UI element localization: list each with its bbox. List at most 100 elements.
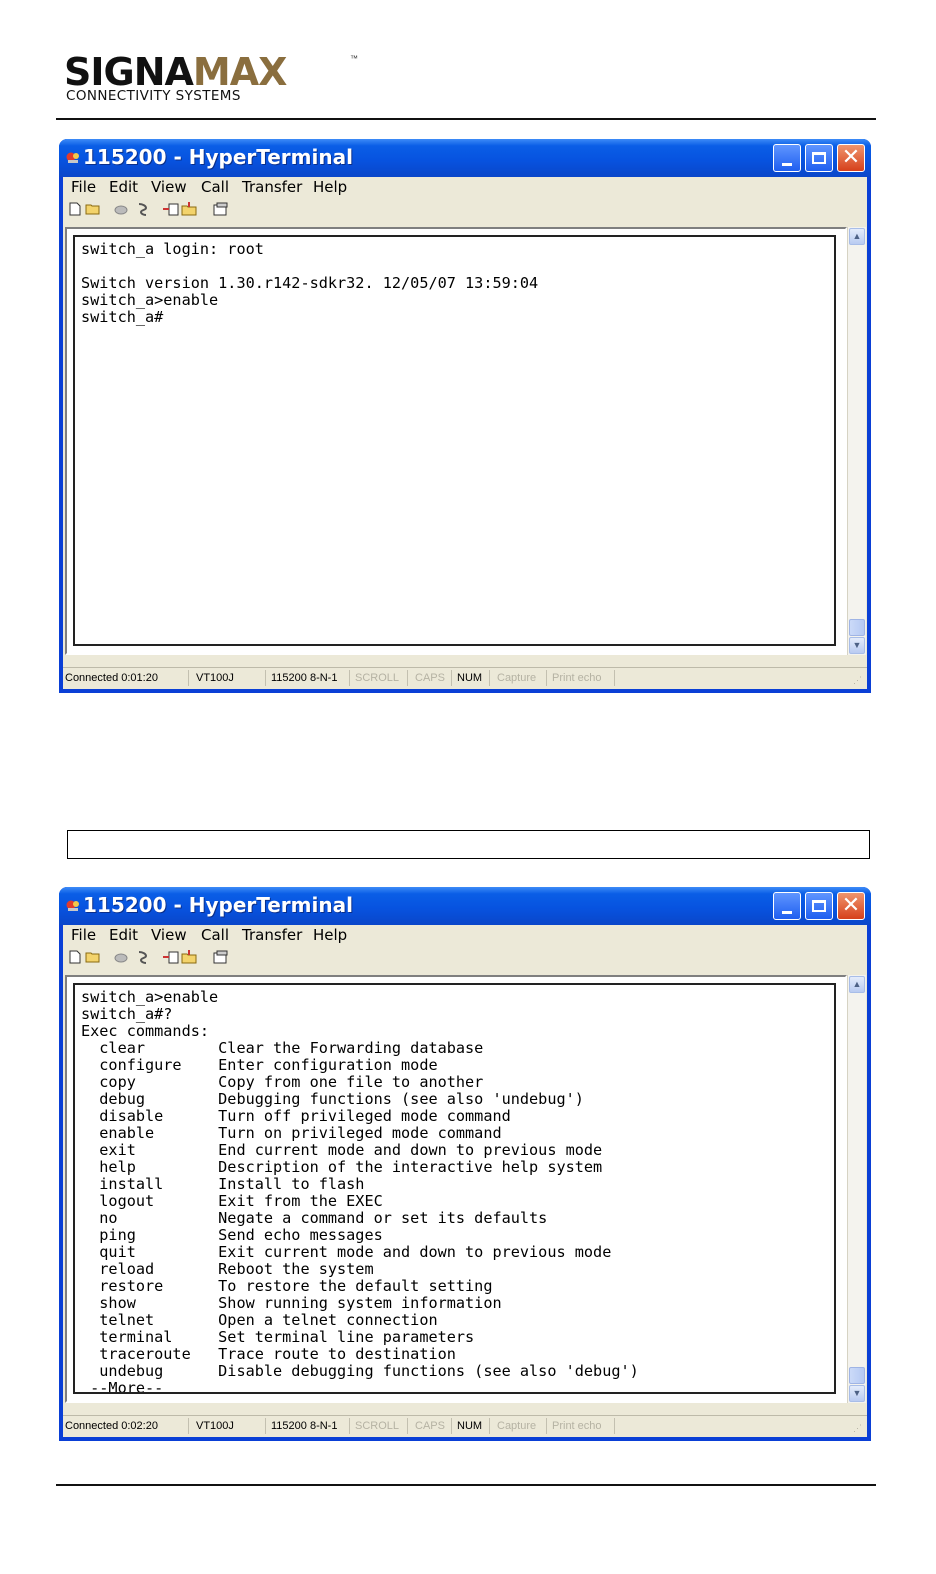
header-rule: [56, 118, 876, 120]
title-bar[interactable]: 115200 - HyperTerminal ✕: [59, 887, 871, 925]
status-divider: [407, 670, 408, 686]
close-button[interactable]: ✕: [837, 892, 865, 920]
scroll-down-arrow-icon[interactable]: ▼: [849, 1385, 865, 1402]
status-divider: [614, 670, 615, 686]
maximize-button[interactable]: [805, 144, 833, 172]
window-client: File Edit View Call Transfer Help switch…: [63, 177, 867, 689]
menu-transfer[interactable]: Transfer: [242, 178, 302, 196]
menu-edit[interactable]: Edit: [109, 178, 138, 196]
menu-file[interactable]: File: [71, 926, 96, 944]
status-divider: [489, 1418, 490, 1434]
disconnect-icon[interactable]: [113, 202, 129, 217]
vertical-scrollbar[interactable]: ▲ ▼: [847, 227, 866, 655]
status-divider: [546, 1418, 547, 1434]
dial-icon[interactable]: [135, 202, 151, 217]
status-print-echo: Print echo: [552, 672, 602, 684]
menu-view[interactable]: View: [151, 926, 187, 944]
window-title: 115200 - HyperTerminal: [83, 145, 353, 169]
send-icon[interactable]: [163, 950, 179, 965]
status-divider: [265, 670, 266, 686]
window-client: File Edit View Call Transfer Help switch…: [63, 925, 867, 1437]
new-connection-icon[interactable]: [67, 202, 83, 217]
status-divider: [546, 670, 547, 686]
menu-call[interactable]: Call: [201, 178, 229, 196]
close-button[interactable]: ✕: [837, 144, 865, 172]
minimize-button[interactable]: [773, 892, 801, 920]
status-divider: [451, 670, 452, 686]
status-divider: [188, 1418, 189, 1434]
terminal-output: switch_a>enable switch_a#? Exec commands…: [81, 988, 639, 1394]
toolbar: [63, 199, 867, 221]
close-icon: ✕: [841, 145, 861, 170]
status-bar: Connected 0:02:20 VT100J 115200 8-N-1 SC…: [63, 1415, 867, 1436]
dial-icon[interactable]: [135, 950, 151, 965]
status-caps: CAPS: [415, 1420, 445, 1432]
scroll-up-arrow-icon[interactable]: ▲: [849, 976, 865, 993]
maximize-button[interactable]: [805, 892, 833, 920]
hyperterminal-window[interactable]: 115200 - HyperTerminal ✕ File Edit View …: [59, 139, 871, 693]
minimize-button[interactable]: [773, 144, 801, 172]
close-icon: ✕: [841, 893, 861, 918]
status-divider: [265, 1418, 266, 1434]
caption-box: [67, 830, 870, 859]
properties-icon[interactable]: [213, 202, 229, 217]
send-icon[interactable]: [163, 202, 179, 217]
toolbar: [63, 947, 867, 969]
status-port-settings: 115200 8-N-1: [271, 672, 338, 684]
properties-icon[interactable]: [213, 950, 229, 965]
terminal-frame: switch_a login: root Switch version 1.30…: [65, 227, 847, 655]
terminal-frame: switch_a>enable switch_a#? Exec commands…: [65, 975, 847, 1403]
resize-grip-icon[interactable]: ⋰: [853, 1421, 862, 1435]
logo-trademark: ™: [350, 54, 358, 63]
receive-icon[interactable]: [181, 950, 197, 965]
status-scroll: SCROLL: [355, 1420, 400, 1432]
status-divider: [349, 670, 350, 686]
status-scroll: SCROLL: [355, 672, 400, 684]
status-capture: Capture: [497, 1420, 537, 1432]
status-bar: Connected 0:01:20 VT100J 115200 8-N-1 SC…: [63, 667, 867, 688]
signamax-logo: SIGNAMAX ™ CONNECTIVITY SYSTEMS: [64, 52, 364, 108]
resize-grip-icon[interactable]: ⋰: [853, 673, 862, 687]
hyperterminal-window[interactable]: 115200 - HyperTerminal ✕ File Edit View …: [59, 887, 871, 1441]
logo-tagline: CONNECTIVITY SYSTEMS: [66, 88, 241, 104]
new-connection-icon[interactable]: [67, 950, 83, 965]
menu-file[interactable]: File: [71, 178, 96, 196]
menu-view[interactable]: View: [151, 178, 187, 196]
open-icon[interactable]: [85, 950, 101, 965]
menu-call[interactable]: Call: [201, 926, 229, 944]
terminal-screen[interactable]: switch_a login: root Switch version 1.30…: [73, 235, 836, 646]
status-divider: [489, 670, 490, 686]
menu-bar: File Edit View Call Transfer Help: [63, 177, 867, 199]
status-port-settings: 115200 8-N-1: [271, 1420, 338, 1432]
footer-rule: [56, 1484, 876, 1486]
status-divider: [349, 1418, 350, 1434]
status-num: NUM: [457, 672, 483, 684]
hyperterminal-icon: [66, 152, 79, 163]
window-title: 115200 - HyperTerminal: [83, 893, 353, 917]
scroll-up-arrow-icon[interactable]: ▲: [849, 228, 865, 245]
vertical-scrollbar[interactable]: ▲ ▼: [847, 975, 866, 1403]
disconnect-icon[interactable]: [113, 950, 129, 965]
scroll-thumb[interactable]: [849, 1367, 865, 1384]
hyperterminal-icon: [66, 900, 79, 911]
receive-icon[interactable]: [181, 202, 197, 217]
logo-wordmark: SIGNAMAX: [64, 52, 287, 92]
scroll-thumb[interactable]: [849, 619, 865, 636]
open-icon[interactable]: [85, 202, 101, 217]
title-bar[interactable]: 115200 - HyperTerminal ✕: [59, 139, 871, 177]
menu-edit[interactable]: Edit: [109, 926, 138, 944]
status-divider: [407, 1418, 408, 1434]
minimize-icon: [782, 162, 792, 166]
terminal-screen[interactable]: switch_a>enable switch_a#? Exec commands…: [73, 983, 836, 1394]
maximize-icon: [812, 900, 826, 912]
menu-transfer[interactable]: Transfer: [242, 926, 302, 944]
status-num: NUM: [457, 1420, 483, 1432]
terminal-output: switch_a login: root Switch version 1.30…: [81, 240, 539, 326]
status-emulation: VT100J: [196, 1420, 234, 1432]
scroll-down-arrow-icon[interactable]: ▼: [849, 637, 865, 654]
menu-bar: File Edit View Call Transfer Help: [63, 925, 867, 947]
maximize-icon: [812, 152, 826, 164]
status-caps: CAPS: [415, 672, 445, 684]
menu-help[interactable]: Help: [313, 926, 347, 944]
menu-help[interactable]: Help: [313, 178, 347, 196]
